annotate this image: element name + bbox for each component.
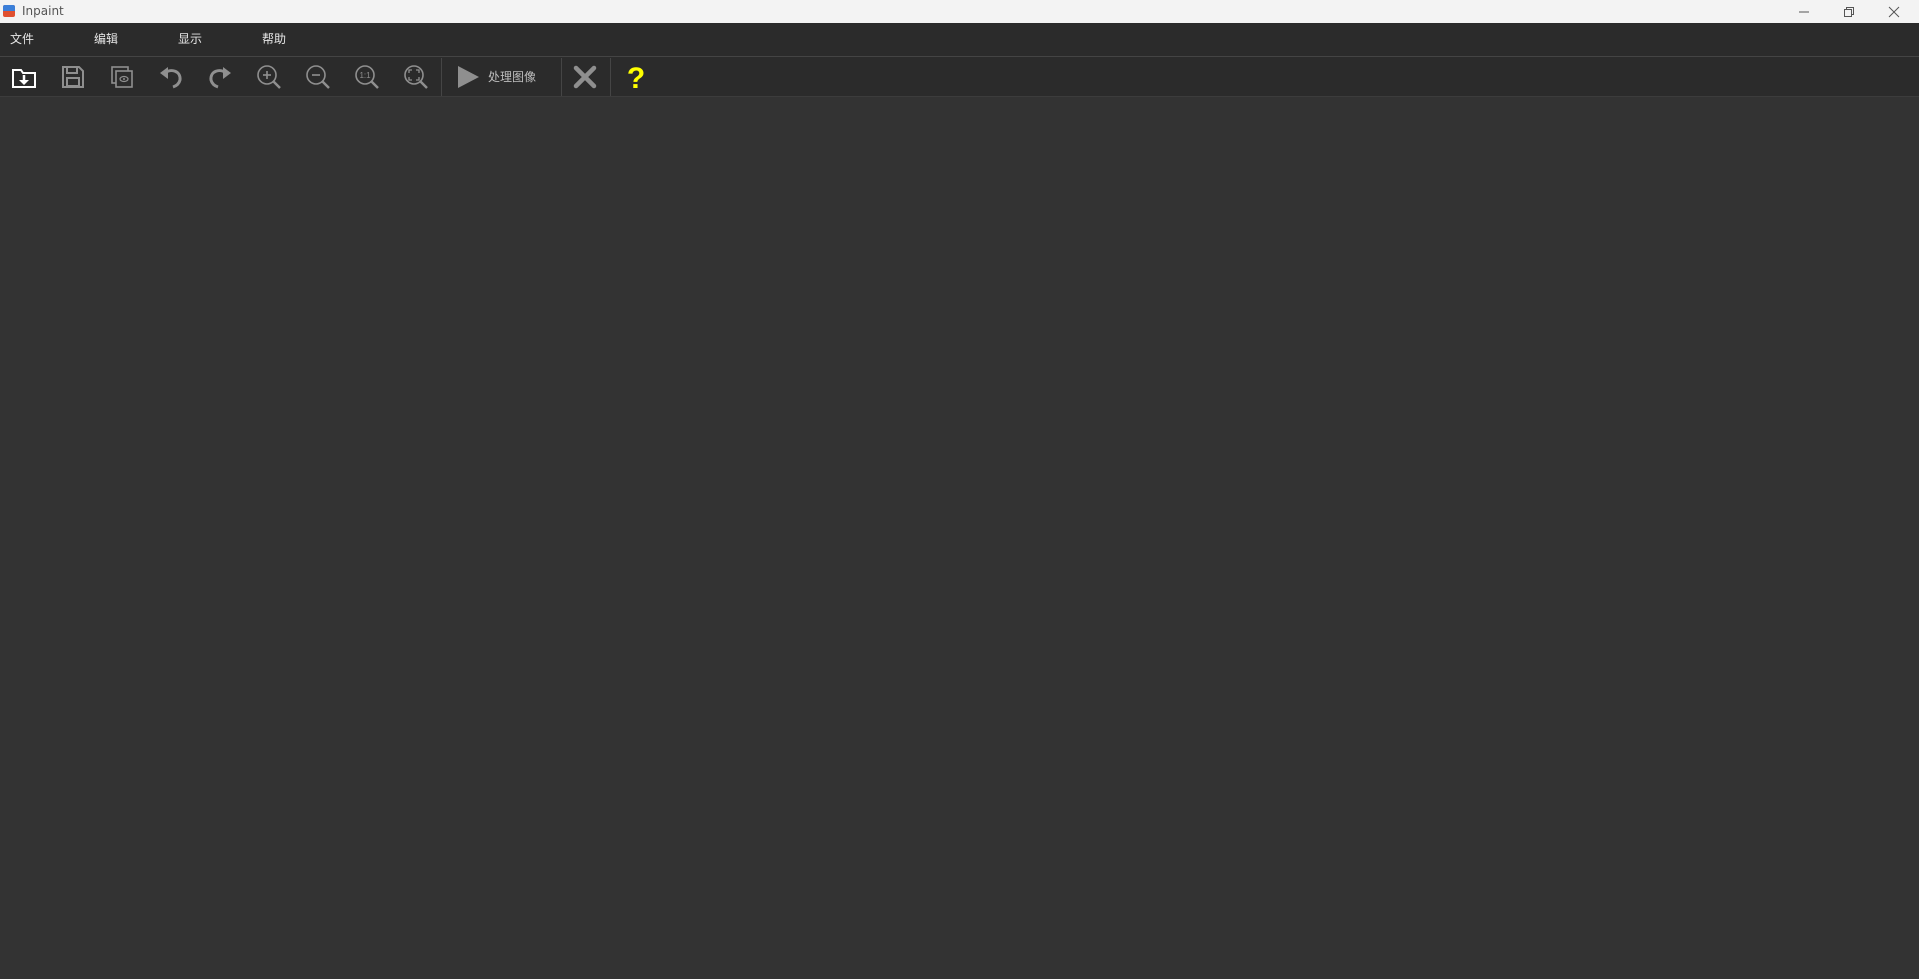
menu-view[interactable]: 显示 xyxy=(178,31,202,47)
title-bar: Inpaint xyxy=(0,0,1919,23)
restore-icon xyxy=(1844,6,1854,17)
zoom-actual-size-button[interactable]: 1:1 xyxy=(347,57,387,97)
close-button[interactable] xyxy=(1872,0,1916,23)
toolbar-separator xyxy=(441,58,442,96)
undo-icon xyxy=(160,67,182,89)
zoom-fit-button[interactable] xyxy=(396,57,436,97)
close-icon xyxy=(1888,6,1900,17)
undo-button[interactable] xyxy=(151,57,191,97)
help-button[interactable]: ? xyxy=(616,57,656,97)
app-logo-icon xyxy=(3,5,15,17)
zoom-actual-size-text: 1:1 xyxy=(359,71,371,80)
clear-button[interactable] xyxy=(565,57,605,97)
zoom-out-icon xyxy=(306,65,330,89)
minimize-button[interactable] xyxy=(1782,0,1826,23)
help-symbol: ? xyxy=(627,62,645,93)
toolbar-separator xyxy=(610,58,611,96)
menu-file[interactable]: 文件 xyxy=(10,31,34,47)
restore-button[interactable] xyxy=(1827,0,1871,23)
toolbar-separator xyxy=(561,58,562,96)
open-icon xyxy=(12,69,36,88)
minimize-icon xyxy=(1799,11,1809,12)
help-icon: ? xyxy=(627,62,645,93)
window-title: Inpaint xyxy=(22,4,64,18)
process-image-button[interactable]: 处理图像 xyxy=(444,57,560,97)
save-copy-icon xyxy=(111,66,133,88)
zoom-fit-icon xyxy=(404,65,428,89)
save-copy-button[interactable] xyxy=(102,57,142,97)
menu-edit[interactable]: 编辑 xyxy=(94,31,118,47)
play-icon xyxy=(458,66,479,88)
menu-bar: 文件 编辑 显示 帮助 xyxy=(0,23,1919,57)
x-icon xyxy=(573,65,597,89)
redo-button[interactable] xyxy=(200,57,240,97)
zoom-actual-size-icon: 1:1 xyxy=(355,65,379,89)
zoom-in-button[interactable] xyxy=(249,57,289,97)
toolbar: 1:1 处理图像 ? xyxy=(0,57,1919,97)
process-image-label: 处理图像 xyxy=(488,70,537,84)
zoom-out-button[interactable] xyxy=(298,57,338,97)
save-button[interactable] xyxy=(53,57,93,97)
menu-help[interactable]: 帮助 xyxy=(262,31,286,47)
save-icon xyxy=(62,66,84,88)
open-button[interactable] xyxy=(4,57,44,97)
redo-icon xyxy=(209,67,231,89)
zoom-in-icon xyxy=(257,65,281,89)
image-canvas[interactable] xyxy=(0,97,1919,979)
